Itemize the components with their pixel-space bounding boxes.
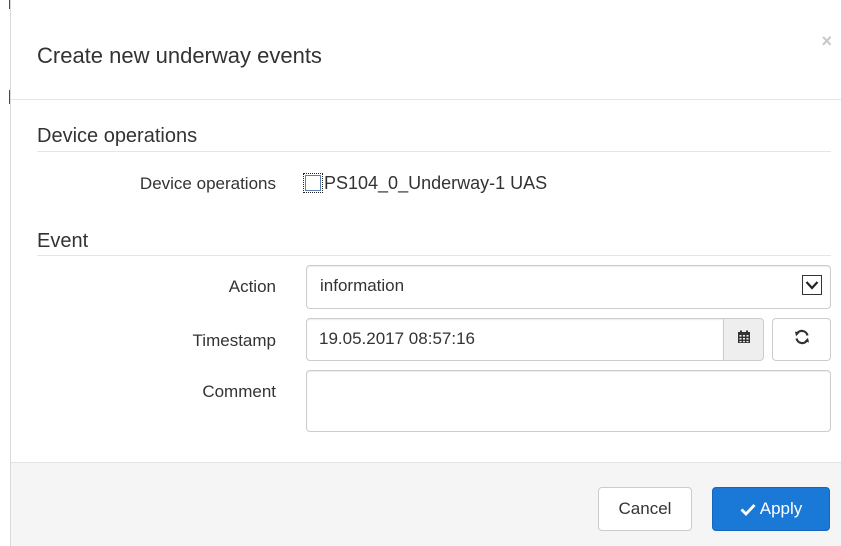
refresh-icon [794, 329, 810, 350]
section-divider [37, 255, 831, 256]
calendar-icon [737, 330, 751, 349]
action-selected-value: information [320, 276, 405, 295]
chevron-down-icon[interactable] [802, 275, 822, 295]
action-select[interactable]: information [306, 265, 831, 309]
comment-label: Comment [202, 382, 276, 401]
calendar-button[interactable] [723, 318, 764, 361]
device-operations-label: Device operations [139, 174, 276, 193]
apply-label: Apply [759, 499, 803, 518]
event-section-title: Event [37, 230, 89, 252]
section-divider [37, 151, 831, 152]
close-icon[interactable]: × [821, 32, 832, 50]
modal-footer: Cancel Apply [11, 462, 841, 546]
timestamp-value: 19.05.2017 08:57:16 [319, 329, 475, 348]
device-checkbox-row[interactable]: PS104_0_Underway-1 UAS [303, 172, 547, 194]
check-icon [740, 503, 756, 516]
modal-header: Create new underway events × [11, 0, 841, 100]
device-checkbox[interactable] [303, 173, 323, 193]
apply-button[interactable]: Apply [712, 487, 830, 531]
device-operations-section-title: Device operations [37, 125, 198, 147]
action-label: Action [228, 277, 276, 296]
timestamp-input[interactable]: 19.05.2017 08:57:16 [306, 318, 724, 361]
device-checkbox-label[interactable]: PS104_0_Underway-1 UAS [324, 172, 547, 194]
modal-title: Create new underway events [37, 43, 322, 68]
timestamp-label: Timestamp [192, 331, 276, 350]
comment-textarea[interactable] [306, 370, 831, 432]
refresh-timestamp-button[interactable] [772, 318, 831, 361]
cancel-button[interactable]: Cancel [598, 487, 692, 531]
create-underway-events-dialog: Create new underway events × Device oper… [10, 0, 841, 546]
